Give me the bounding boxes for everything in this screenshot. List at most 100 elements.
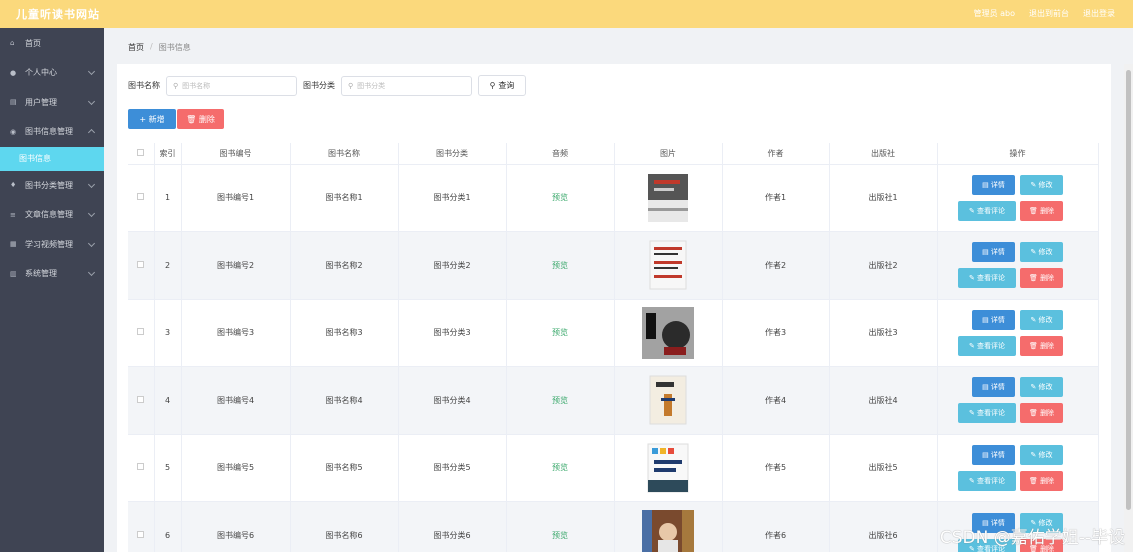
list-icon: ≡	[10, 210, 16, 219]
edit-button[interactable]: ✎ 修改	[1020, 377, 1063, 398]
header-publisher: 出版社	[829, 143, 938, 164]
search-icon: ⚲	[173, 81, 179, 90]
delete-button[interactable]: 🗑 删除	[1020, 470, 1063, 491]
book-category-input[interactable]: ⚲ 图书分类	[341, 75, 472, 96]
header-audio: 音频	[506, 143, 615, 164]
cell-index: 3	[154, 298, 182, 367]
sidebar-item-label: 首页	[25, 38, 41, 48]
delete-button[interactable]: 🗑 删除	[1020, 335, 1063, 356]
cell-code: 图书编号5	[181, 433, 291, 502]
document-icon: ▤	[982, 315, 991, 324]
cell-category: 图书分类5	[398, 433, 507, 502]
trash-icon: 🗑	[1028, 409, 1041, 418]
cell-author: 作者3	[722, 298, 830, 367]
delete-button[interactable]: 🗑 删除	[1020, 403, 1063, 424]
sidebar-item-personal-center[interactable]: ● 个人中心	[0, 58, 104, 88]
search-icon: ⚲	[348, 81, 354, 90]
table-row: 5 图书编号5 图书名称5 图书分类5 预览 作者5 出版社5 ▤ 详情 ✎ 修…	[128, 433, 1099, 502]
sidebar-item-video-management[interactable]: ▦ 学习视频管理	[0, 230, 104, 260]
select-all-checkbox[interactable]	[137, 148, 145, 156]
detail-button[interactable]: ▤ 详情	[972, 242, 1015, 263]
grid-icon: ▦	[10, 240, 17, 249]
sidebar-item-label: 学习视频管理	[25, 239, 73, 249]
row-checkbox[interactable]	[137, 531, 145, 538]
sidebar-item-user-management[interactable]: ▤ 用户管理	[0, 88, 104, 118]
detail-button[interactable]: ▤ 详情	[972, 444, 1015, 465]
detail-button[interactable]: ▤ 详情	[972, 309, 1015, 330]
app-title: 儿童听读书网站	[16, 8, 100, 21]
pencil-icon: ✎	[968, 409, 978, 418]
cell-category: 图书分类3	[398, 298, 507, 367]
row-checkbox[interactable]	[137, 463, 145, 471]
sidebar-item-book-info-management[interactable]: ◉ 图书信息管理	[0, 117, 104, 147]
sidebar-item-label: 图书信息管理	[25, 127, 73, 137]
add-button[interactable]: + 新增	[128, 109, 176, 129]
sidebar-item-home[interactable]: ⌂ 首页	[0, 28, 104, 58]
row-checkbox[interactable]	[137, 328, 145, 336]
view-reviews-button-label: 查看评论	[977, 409, 1006, 418]
select-all-checkbox-cell[interactable]	[128, 143, 155, 164]
sidebar-item-label: 系统管理	[25, 269, 57, 279]
query-button[interactable]: ⚲ 查询	[478, 75, 526, 96]
batch-delete-button[interactable]: 🗑 删除	[177, 109, 224, 129]
cell-index: 2	[154, 231, 182, 299]
row-checkbox[interactable]	[137, 395, 145, 403]
detail-button[interactable]: ▤ 详情	[972, 377, 1015, 398]
edit-button[interactable]: ✎ 修改	[1020, 444, 1063, 465]
row-checkbox[interactable]	[137, 260, 145, 268]
book-name-input[interactable]: ⚲ 图书名称	[166, 75, 297, 96]
view-reviews-button[interactable]: ✎ 查看评论	[958, 403, 1016, 424]
sidebar-item-system-management[interactable]: ▥ 系统管理	[0, 259, 104, 289]
exit-to-front-link[interactable]: 退出到前台	[1029, 8, 1069, 19]
cell-category: 图书分类6	[398, 501, 507, 552]
document-icon: ▤	[982, 180, 991, 189]
top-bar: 儿童听读书网站 管理员 abo 退出到前台 退出登录	[0, 0, 1133, 28]
row-checkbox[interactable]	[137, 193, 145, 201]
detail-button[interactable]: ▤ 详情	[972, 174, 1015, 195]
document-icon: ▤	[982, 450, 991, 459]
audio-preview-link[interactable]: 预览	[552, 193, 568, 202]
delete-button[interactable]: 🗑 删除	[1020, 200, 1063, 221]
book-cover-image	[642, 509, 694, 552]
edit-button[interactable]: ✎ 修改	[1020, 242, 1063, 263]
cell-name: 图书名称4	[290, 366, 399, 434]
admin-name-link[interactable]: 管理员 abo	[974, 8, 1015, 19]
audio-preview-link[interactable]: 预览	[552, 261, 568, 270]
view-reviews-button[interactable]: ✎ 查看评论	[958, 268, 1016, 289]
cell-name: 图书名称1	[290, 163, 399, 232]
edit-button[interactable]: ✎ 修改	[1020, 174, 1063, 195]
cell-name: 图书名称5	[290, 433, 399, 502]
view-reviews-button[interactable]: ✎ 查看评论	[958, 200, 1016, 221]
content-panel: 图书名称 ⚲ 图书名称 图书分类 ⚲ 图书分类 ⚲ 查询 + 新增 🗑 删除 索…	[117, 64, 1111, 552]
delete-button[interactable]: 🗑 删除	[1020, 268, 1063, 289]
book-category-placeholder: 图书分类	[357, 81, 386, 90]
breadcrumb-home[interactable]: 首页	[128, 42, 144, 53]
detail-button-label: 详情	[990, 248, 1005, 257]
cell-code: 图书编号6	[181, 501, 291, 552]
audio-preview-link[interactable]: 预览	[552, 328, 568, 337]
delete-button-label: 删除	[1040, 341, 1055, 350]
trash-icon: 🗑	[1028, 274, 1041, 283]
audio-preview-link[interactable]: 预览	[552, 396, 568, 405]
sidebar-item-label: 图书分类管理	[25, 180, 73, 190]
sidebar-item-article-management[interactable]: ≡ 文章信息管理	[0, 200, 104, 230]
view-reviews-button[interactable]: ✎ 查看评论	[958, 335, 1016, 356]
header-name: 图书名称	[290, 143, 399, 164]
chevron-down-icon	[87, 180, 96, 188]
detail-button-label: 详情	[990, 180, 1005, 189]
edit-button-label: 修改	[1038, 248, 1053, 257]
audio-preview-link[interactable]: 预览	[552, 463, 568, 472]
sidebar-item-book-category-management[interactable]: ♦ 图书分类管理	[0, 171, 104, 201]
audio-preview-link[interactable]: 预览	[552, 531, 568, 540]
logout-link[interactable]: 退出登录	[1083, 8, 1115, 19]
view-reviews-button-label: 查看评论	[977, 274, 1006, 283]
cell-name: 图书名称2	[290, 231, 399, 299]
edit-button[interactable]: ✎ 修改	[1020, 309, 1063, 330]
sidebar-subitem-book-info[interactable]: 图书信息	[0, 146, 104, 171]
scrollbar-thumb[interactable]	[1126, 70, 1131, 510]
vertical-scrollbar[interactable]	[1124, 64, 1133, 552]
view-reviews-button[interactable]: ✎ 查看评论	[958, 470, 1016, 491]
watermark: CSDN @嘉佑学姐--毕设	[939, 528, 1125, 548]
cell-index: 1	[154, 163, 182, 232]
cell-name: 图书名称6	[290, 501, 399, 552]
